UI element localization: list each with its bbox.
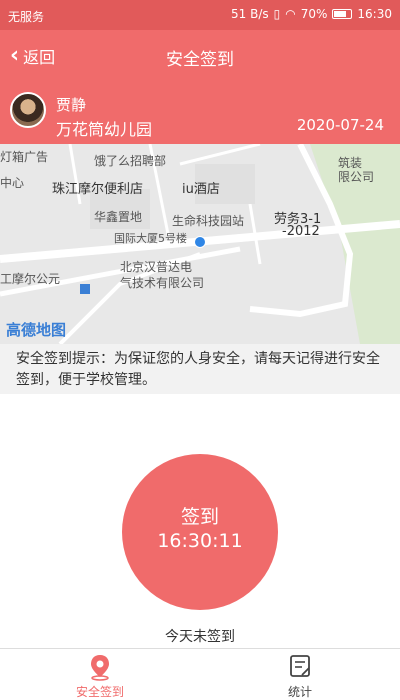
wifi-icon: ◠: [285, 7, 296, 21]
location-pin-icon: [91, 655, 109, 681]
map-poi-label: 生命科技园站: [172, 214, 245, 228]
map-poi-label: 灯箱广告: [0, 150, 49, 164]
map-poi-label: 珠江摩尔便利店: [52, 182, 144, 197]
school-name: 万花筒幼儿园: [56, 120, 153, 139]
tab-bar: 安全签到 统计: [0, 648, 400, 700]
battery-icon: [332, 9, 353, 19]
tab-label: 统计: [287, 685, 312, 699]
carrier-text: 无服务: [8, 10, 45, 24]
sign-in-status: 今天未签到: [165, 629, 235, 645]
network-speed: 51 B/s: [231, 7, 269, 21]
sign-in-panel: 签到 16:30:11 今天未签到: [0, 394, 400, 648]
map-poi-label: 国际大厦5号楼: [114, 232, 187, 245]
tab-statistics[interactable]: 统计: [200, 649, 400, 700]
avatar: [10, 92, 46, 128]
map-poi-label: 北京汉普达电: [120, 260, 193, 274]
map-view[interactable]: 灯箱广告 饿了么招聘部 中心 珠江摩尔便利店 iu酒店 华鑫置地 生命科技园站 …: [0, 144, 400, 344]
vibrate-icon: ▯: [273, 7, 281, 21]
nav-bar: ‹ 返回 安全签到: [0, 30, 400, 82]
map-poi-label: -2012: [282, 224, 320, 239]
map-poi-label: 工摩尔公元: [0, 272, 61, 286]
status-indicators: 51 B/s ▯ ◠ 70% 16:30: [231, 7, 392, 21]
map-poi-label: 饿了么招聘部: [94, 154, 167, 168]
map-poi-label: 限公司: [338, 170, 375, 184]
current-location-marker: [194, 236, 206, 248]
report-icon: [290, 655, 310, 677]
battery-percent: 70%: [300, 7, 328, 21]
user-name: 贾静: [56, 96, 87, 114]
sign-in-label: 签到: [180, 506, 219, 528]
map-poi-label: 中心: [0, 176, 25, 190]
clock: 16:30: [357, 7, 392, 21]
safety-tip: 安全签到提示：为保证您的人身安全，请每天记得进行安全签到，便于学校管理。: [0, 344, 400, 394]
map-poi-label: 气技术有限公司: [120, 276, 205, 290]
map-poi-label: iu酒店: [182, 182, 220, 197]
date-label: 2020-07-24: [296, 116, 384, 134]
sign-in-time: 16:30:11: [157, 530, 243, 552]
page-title: 安全签到: [166, 50, 234, 70]
sign-in-button[interactable]: 签到 16:30:11: [122, 454, 278, 610]
status-bar: 无服务 51 B/s ▯ ◠ 70% 16:30: [0, 0, 400, 30]
tab-safety-sign-in[interactable]: 安全签到: [0, 649, 200, 700]
tab-label: 安全签到: [75, 685, 124, 699]
map-logo: 高德地图: [6, 321, 67, 339]
map-poi-label: 华鑫置地: [94, 210, 143, 224]
profile-header: 贾静 万花筒幼儿园 2020-07-24: [0, 82, 400, 144]
